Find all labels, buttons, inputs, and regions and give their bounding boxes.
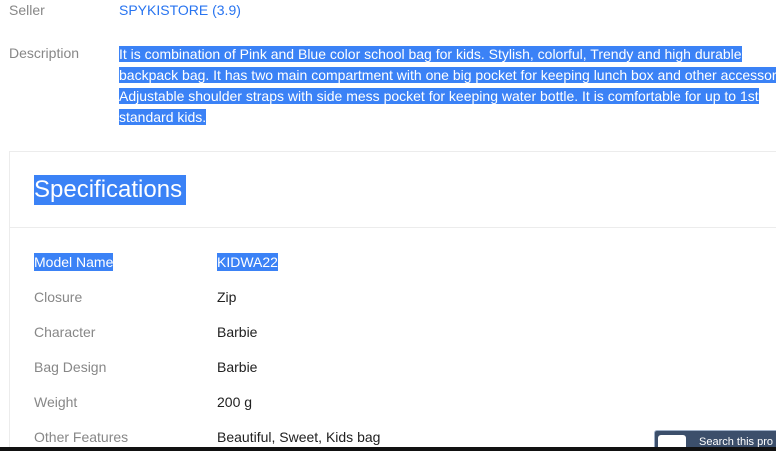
spec-key: Closure <box>34 289 83 305</box>
seller-label: Seller <box>9 2 45 18</box>
specifications-title: Specifications <box>34 175 187 205</box>
spec-key: Model Name <box>34 253 114 271</box>
spec-key: Character <box>34 324 96 340</box>
spec-value: Beautiful, Sweet, Kids bag <box>217 429 381 445</box>
description-line: It is combination of Pink and Blue color… <box>119 46 742 62</box>
spec-key: Bag Design <box>34 359 107 375</box>
spec-value: 200 g <box>217 394 253 410</box>
description-line: Adjustable shoulder straps with side mes… <box>119 88 759 104</box>
bottom-edge-bar <box>0 447 776 451</box>
spec-key: Other Features <box>34 429 129 445</box>
description-line: backpack bag. It has two main compartmen… <box>119 65 776 86</box>
description-label: Description <box>9 45 80 61</box>
spec-value: KIDWA22 <box>217 253 278 271</box>
seller-link[interactable]: SPYKISTORE (3.9) <box>119 2 241 18</box>
specifications-divider <box>10 227 776 228</box>
spec-value: Barbie <box>217 324 258 340</box>
spec-key: Weight <box>34 394 78 410</box>
spec-value: Zip <box>217 289 237 305</box>
description-line: standard kids. <box>119 109 207 125</box>
product-details-page: Seller SPYKISTORE (3.9) Description It i… <box>0 0 776 451</box>
spec-value: Barbie <box>217 359 258 375</box>
description-text: It is combination of Pink and Blue color… <box>119 44 776 128</box>
